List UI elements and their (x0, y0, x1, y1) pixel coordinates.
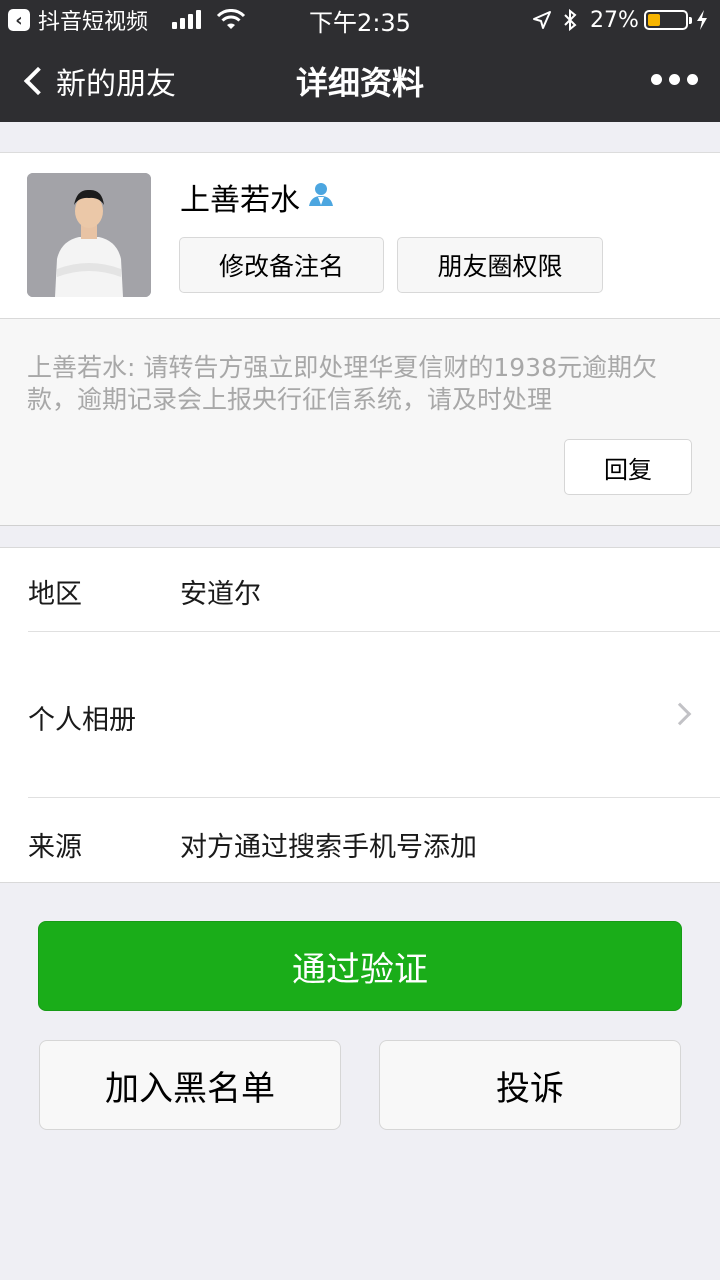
profile-card: 上善若水 修改备注名 朋友圈权限 (0, 152, 720, 318)
verify-button[interactable]: 通过验证 (38, 921, 682, 1011)
page-title: 详细资料 (295, 64, 424, 102)
chevron-right-icon (668, 702, 692, 726)
verification-message-box: 上善若水: 请转告方强立即处理华夏信财的1938元逾期欠款，逾期记录会上报央行征… (0, 318, 720, 526)
contact-name: 上善若水 (180, 175, 334, 219)
contact-person-icon (308, 180, 334, 215)
navigation-bar: 新的朋友 详细资料 (0, 40, 720, 122)
region-label: 地区 (28, 579, 82, 610)
battery-percent: 27% (590, 7, 639, 33)
moments-permission-button[interactable]: 朋友圈权限 (397, 237, 603, 293)
reply-button[interactable]: 回复 (564, 439, 692, 495)
more-options-icon[interactable] (651, 74, 698, 85)
verification-message: 上善若水: 请转告方强立即处理华夏信财的1938元逾期欠款，逾期记录会上报央行征… (27, 353, 657, 414)
top-bar: ‹ 抖音短视频 下午2:35 27% 新的朋友 详细资料 (0, 0, 720, 122)
region-value: 安道尔 (180, 579, 261, 610)
personal-album-label: 个人相册 (28, 705, 136, 736)
add-to-blacklist-button[interactable]: 加入黑名单 (39, 1040, 341, 1130)
avatar[interactable] (27, 173, 151, 297)
contact-name-text: 上善若水 (180, 183, 300, 218)
source-row: 来源 对方通过搜索手机号添加 (0, 798, 720, 884)
info-list: 地区 安道尔 个人相册 来源 对方通过搜索手机号添加 (0, 547, 720, 883)
report-button[interactable]: 投诉 (379, 1040, 681, 1130)
battery-icon (644, 0, 692, 40)
edit-remark-button[interactable]: 修改备注名 (179, 237, 384, 293)
bluetooth-icon (562, 0, 578, 40)
region-row: 地区 安道尔 (0, 548, 720, 632)
source-value: 对方通过搜索手机号添加 (180, 832, 477, 863)
personal-album-row[interactable]: 个人相册 (0, 632, 720, 798)
source-label: 来源 (28, 832, 82, 863)
charging-icon (696, 0, 708, 40)
status-bar: ‹ 抖音短视频 下午2:35 27% (0, 0, 720, 40)
location-arrow-icon (532, 0, 552, 40)
